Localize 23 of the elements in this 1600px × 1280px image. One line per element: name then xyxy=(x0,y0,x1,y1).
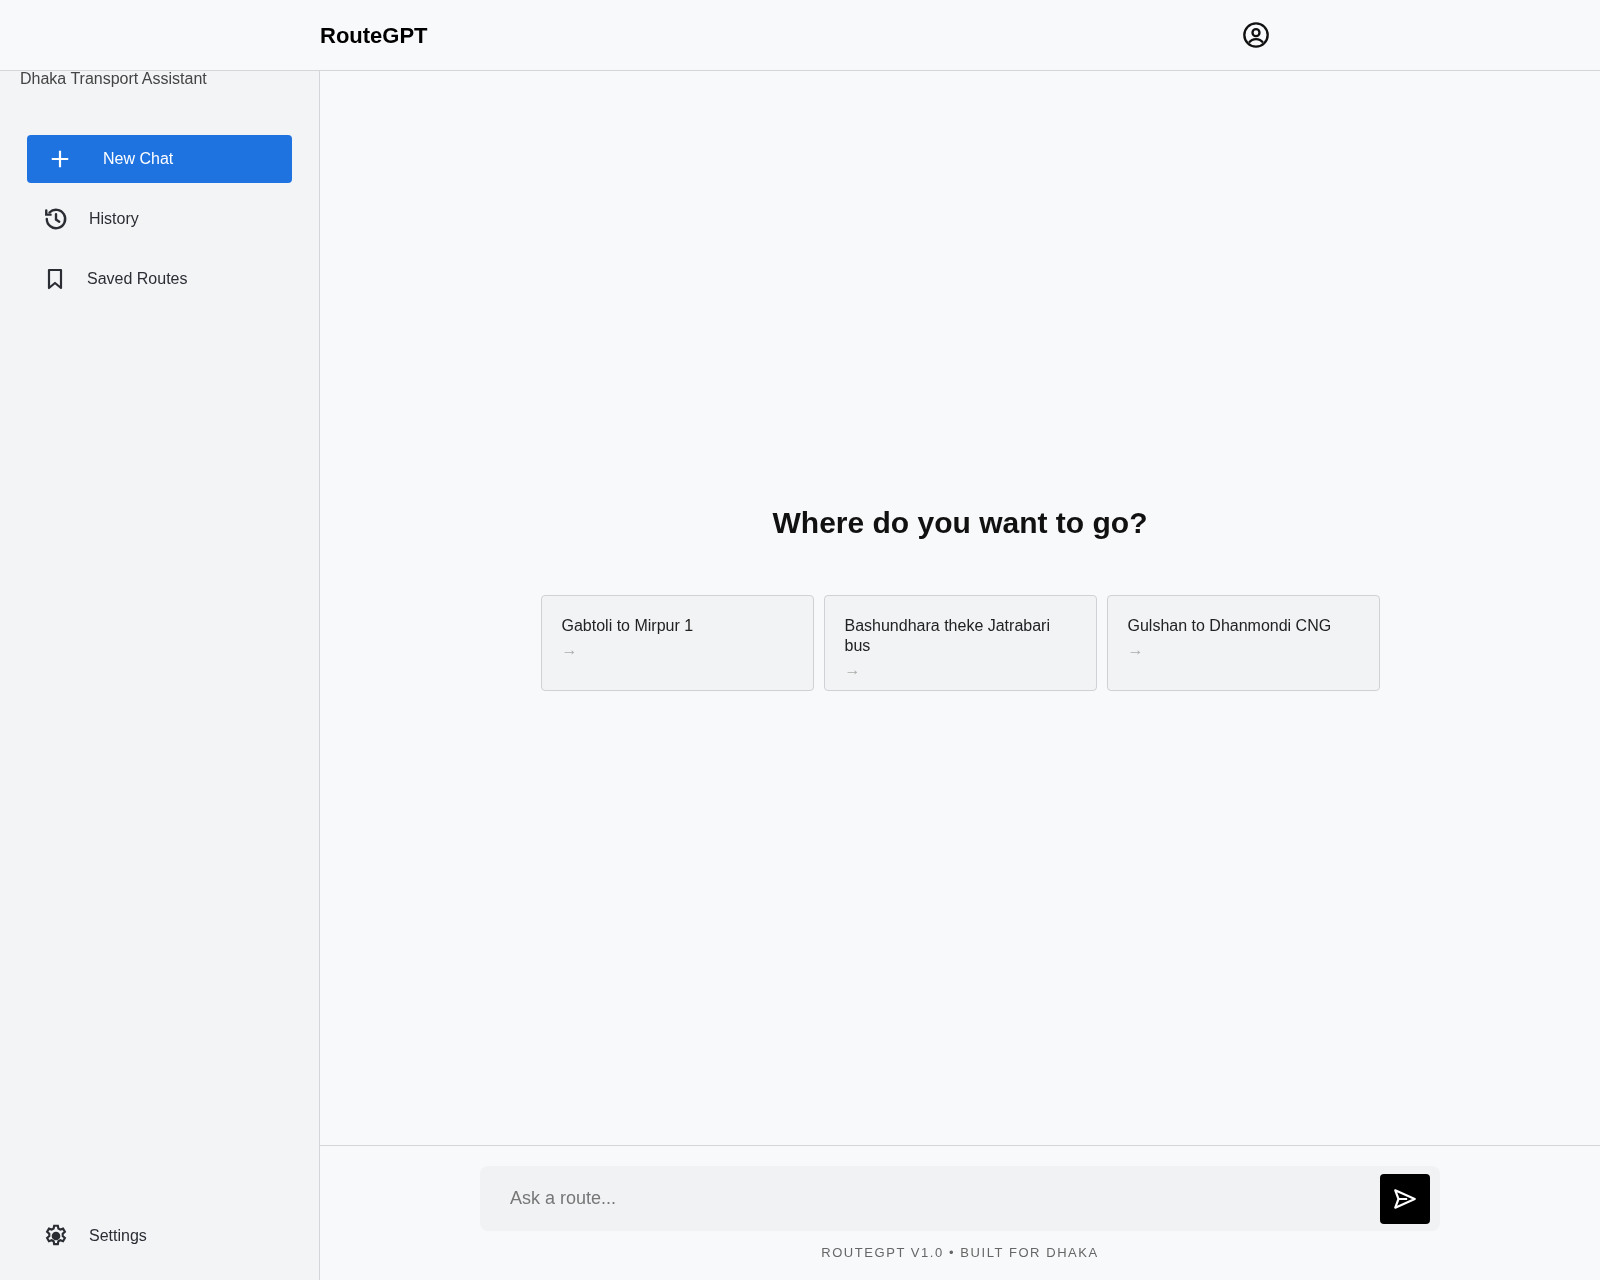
suggestion-card[interactable]: Gulshan to Dhanmondi CNG → xyxy=(1106,594,1380,691)
suggestion-text: Gulshan to Dhanmondi CNG xyxy=(1127,615,1333,636)
arrow-icon: → xyxy=(1127,639,1144,660)
sidebar-item[interactable]: Saved Routes xyxy=(27,255,292,303)
suggestion-card[interactable]: Gabtoli to Mirpur 1 → xyxy=(540,594,814,691)
arrow-icon: → xyxy=(561,639,578,660)
suggestion-text: Gabtoli to Mirpur 1 xyxy=(561,615,695,636)
sidebar-item[interactable]: History xyxy=(27,195,292,243)
suggestion-text: Bashundhara theke Jatrabari bus xyxy=(844,615,1051,656)
user-account-icon[interactable] xyxy=(1242,21,1270,49)
app-subtitle: Dhaka Transport Assistant xyxy=(20,69,208,89)
footer-text: ROUTEGPT V1.0 • BUILT FOR DHAKA xyxy=(821,1244,1099,1262)
send-button[interactable] xyxy=(1380,1174,1430,1224)
new-chat-button[interactable]: New Chat xyxy=(27,135,292,183)
history-icon xyxy=(43,206,69,232)
input-field[interactable]: Ask a route... xyxy=(480,1166,1440,1231)
settings-item[interactable]: Settings xyxy=(27,1212,292,1260)
send-icon xyxy=(1392,1186,1418,1212)
suggestion-card[interactable]: Bashundhara theke Jatrabari bus → xyxy=(823,594,1097,691)
arrow-icon: → xyxy=(844,659,861,680)
app-title: RouteGPT xyxy=(320,21,428,50)
main-heading: Where do you want to go? xyxy=(772,504,1148,541)
plus-icon xyxy=(49,148,71,170)
